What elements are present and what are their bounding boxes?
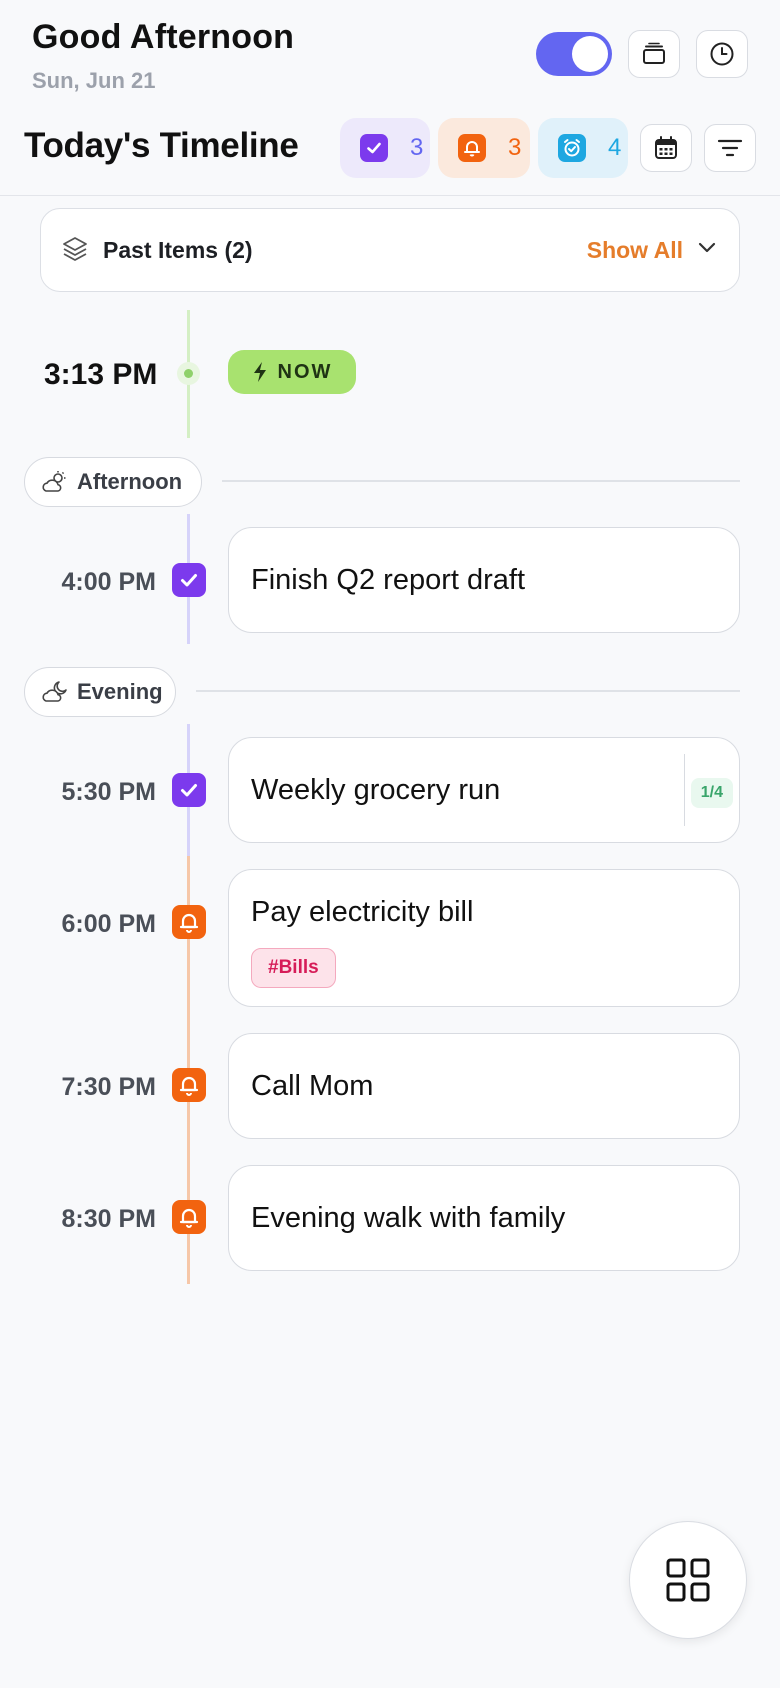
cloudy-moon-icon bbox=[42, 681, 67, 702]
item-time: 6:00 PM bbox=[61, 910, 156, 938]
show-all-link[interactable]: Show All bbox=[587, 237, 683, 264]
section-evening-label: Evening bbox=[77, 679, 163, 704]
chevron-down-icon[interactable] bbox=[697, 241, 717, 255]
item-time: 7:30 PM bbox=[61, 1073, 156, 1101]
card-title: Finish Q2 report draft bbox=[251, 564, 525, 596]
alarm-check-icon bbox=[558, 134, 586, 162]
item-time: 5:30 PM bbox=[61, 778, 156, 806]
calendar-button[interactable] bbox=[640, 124, 692, 172]
greeting: Good Afternoon bbox=[32, 18, 295, 56]
toggle-knob bbox=[572, 36, 608, 72]
lightning-icon bbox=[253, 362, 266, 382]
task-check-icon[interactable] bbox=[172, 563, 206, 597]
item-time: 8:30 PM bbox=[61, 1205, 156, 1233]
section-afternoon: Afternoon bbox=[24, 457, 202, 507]
stack-view-button[interactable] bbox=[628, 30, 680, 78]
check-icon bbox=[360, 134, 388, 162]
reminders-count-chip[interactable]: 3 bbox=[438, 118, 530, 178]
filter-button[interactable] bbox=[704, 124, 756, 172]
app-header: Good Afternoon Sun, Jun 21 Today's Timel… bbox=[0, 0, 780, 196]
now-time: 3:13 PM bbox=[44, 358, 158, 391]
view-toggle[interactable] bbox=[536, 32, 612, 76]
filter-icon bbox=[717, 139, 743, 157]
habits-count-chip[interactable]: 4 bbox=[538, 118, 628, 178]
tasks-count: 3 bbox=[410, 134, 424, 161]
timeline-card[interactable]: Weekly grocery run 1/4 bbox=[228, 737, 740, 843]
timeline-card[interactable]: Finish Q2 report draft bbox=[228, 527, 740, 633]
layers-icon bbox=[63, 237, 87, 261]
habits-count: 4 bbox=[608, 134, 622, 161]
timeline-card[interactable]: Evening walk with family bbox=[228, 1165, 740, 1271]
page-title: Today's Timeline bbox=[24, 126, 299, 165]
now-badge-label: NOW bbox=[277, 360, 333, 383]
partly-sunny-icon bbox=[42, 471, 66, 492]
item-time: 4:00 PM bbox=[61, 568, 156, 596]
task-check-icon[interactable] bbox=[172, 773, 206, 807]
timeline-card[interactable]: Call Mom bbox=[228, 1033, 740, 1139]
reminder-bell-icon[interactable] bbox=[172, 1068, 206, 1102]
section-evening: Evening bbox=[24, 667, 176, 717]
clock-icon bbox=[710, 42, 734, 66]
section-divider bbox=[222, 480, 740, 482]
subtask-progress-badge: 1/4 bbox=[690, 778, 733, 808]
reminder-bell-icon[interactable] bbox=[172, 905, 206, 939]
card-title: Call Mom bbox=[251, 1070, 374, 1102]
apps-menu-button[interactable] bbox=[629, 1521, 747, 1639]
tag-badge[interactable]: #Bills bbox=[251, 948, 336, 988]
reminders-count: 3 bbox=[508, 134, 522, 161]
tasks-count-chip[interactable]: 3 bbox=[340, 118, 430, 178]
card-title: Weekly grocery run bbox=[251, 774, 501, 806]
section-afternoon-label: Afternoon bbox=[77, 469, 183, 494]
current-date: Sun, Jun 21 bbox=[32, 68, 156, 93]
bell-icon bbox=[458, 134, 486, 162]
section-divider bbox=[196, 690, 740, 692]
history-button[interactable] bbox=[696, 30, 748, 78]
grid-icon bbox=[666, 1558, 710, 1602]
timeline-card[interactable]: Pay electricity bill #Bills bbox=[228, 869, 740, 1007]
reminder-bell-icon[interactable] bbox=[172, 1200, 206, 1234]
now-indicator bbox=[177, 362, 200, 385]
past-items-label: Past Items (2) bbox=[103, 237, 253, 263]
card-title: Pay electricity bill bbox=[251, 896, 474, 928]
past-items-bar[interactable]: Past Items (2) Show All bbox=[40, 208, 740, 292]
cards-stack-icon bbox=[643, 42, 665, 64]
now-badge: NOW bbox=[228, 350, 356, 394]
calendar-icon bbox=[655, 136, 677, 159]
card-title: Evening walk with family bbox=[251, 1202, 566, 1234]
card-divider bbox=[683, 754, 685, 826]
